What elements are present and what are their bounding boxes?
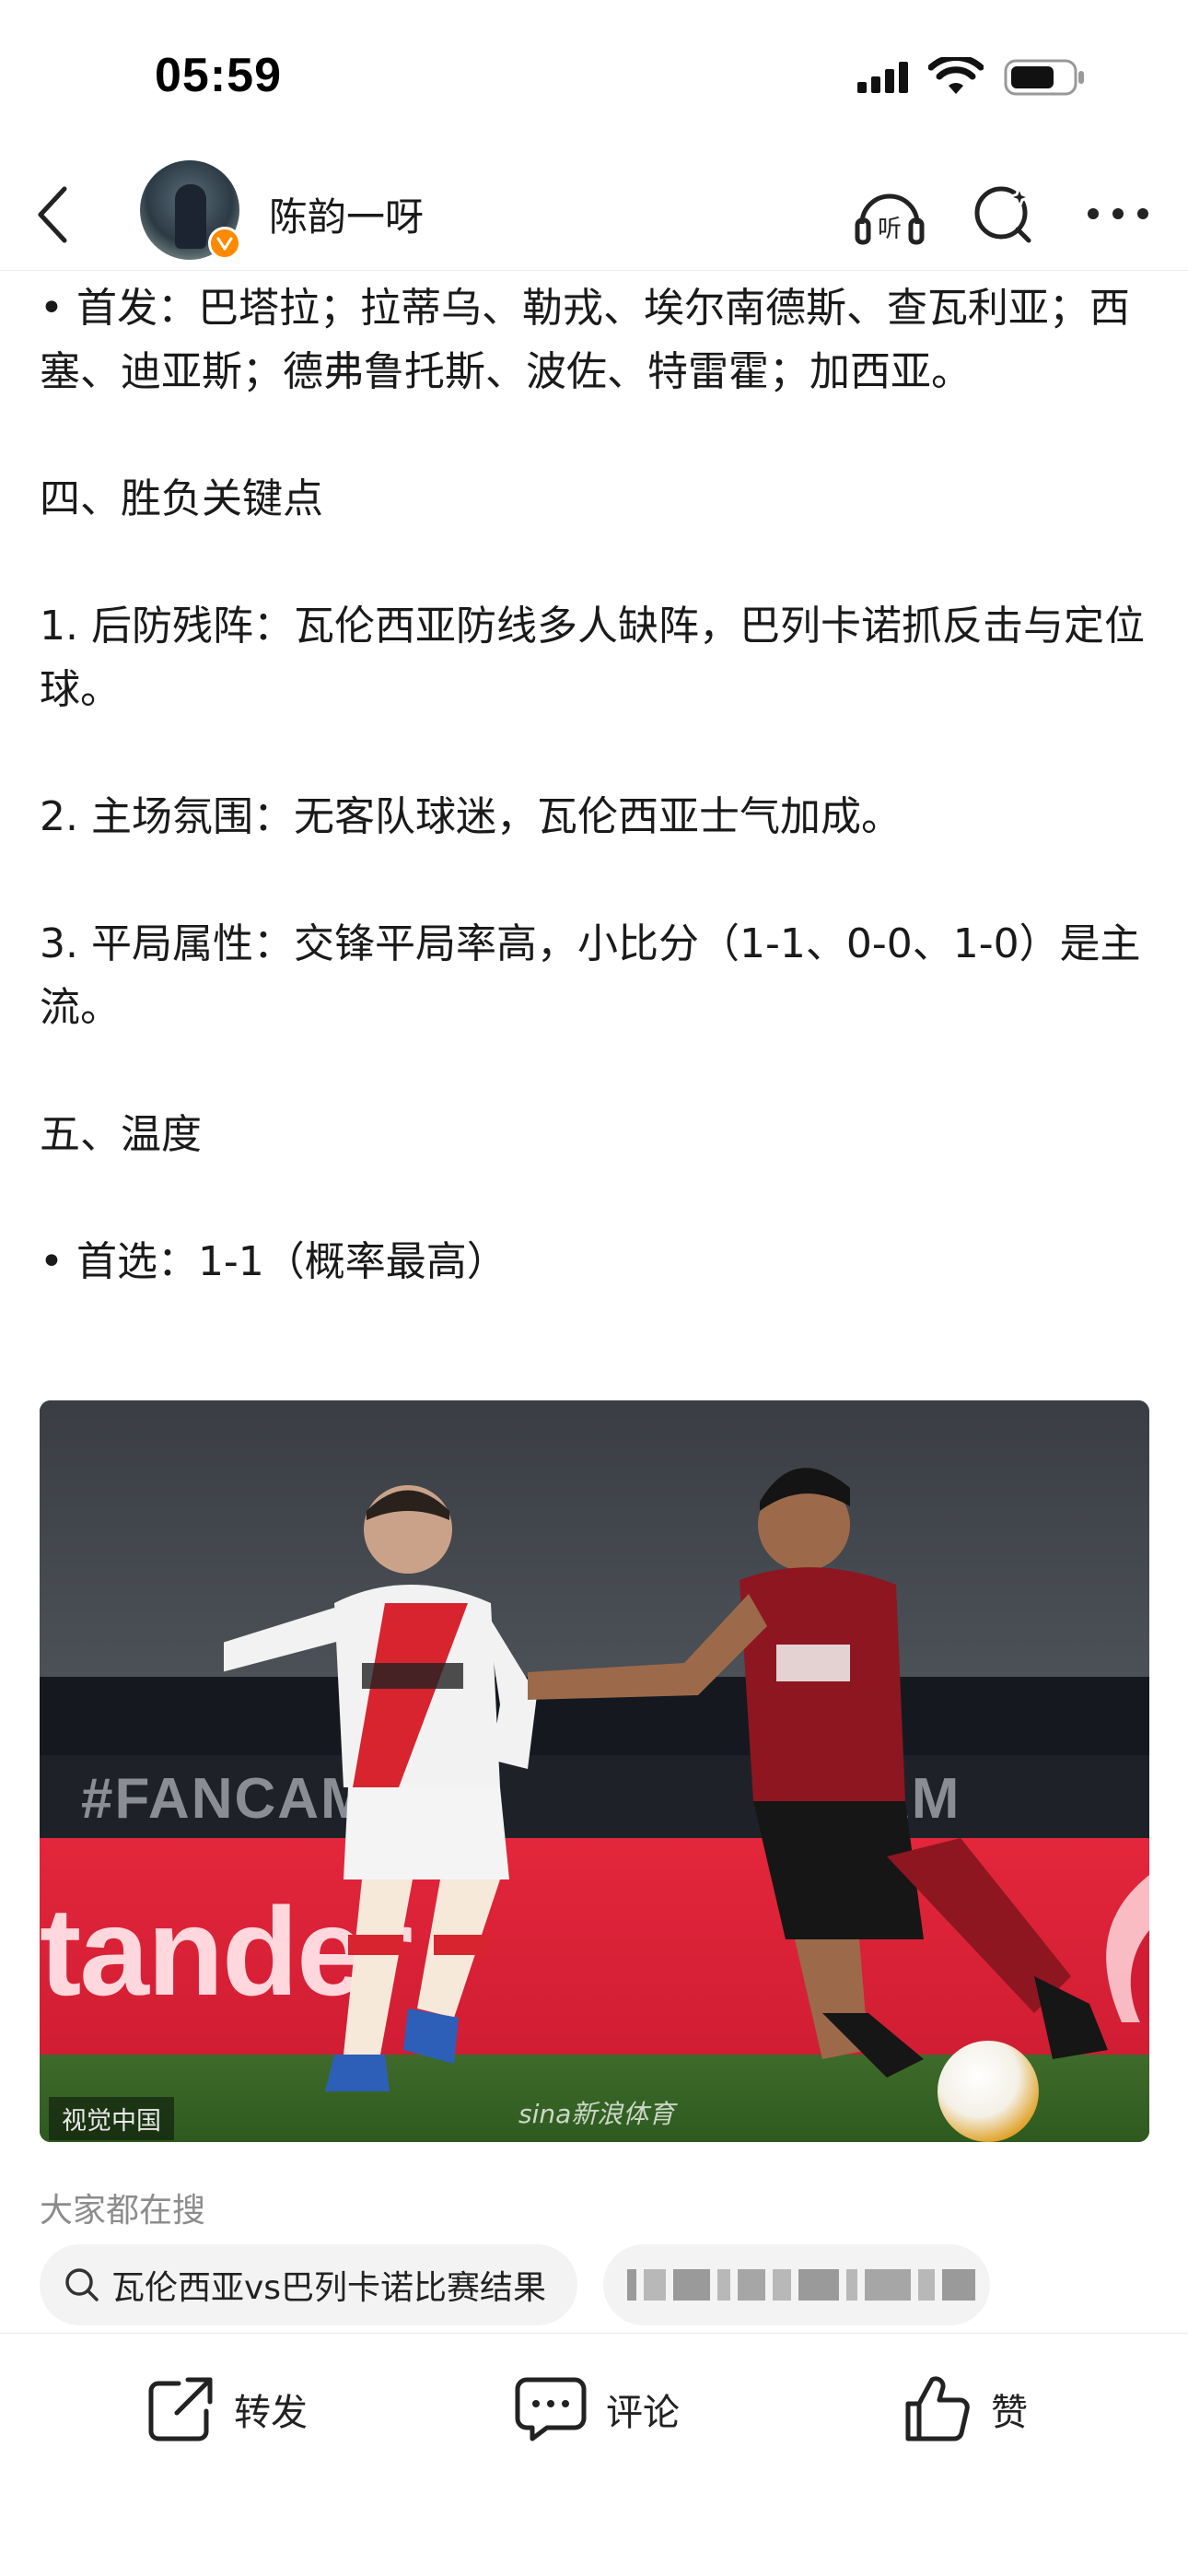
photo-credit: 视觉中国 bbox=[49, 2097, 174, 2140]
share-icon bbox=[148, 2377, 213, 2441]
share-button[interactable]: 转发 bbox=[146, 2374, 308, 2444]
cellular-signal-icon bbox=[857, 62, 908, 93]
chevron-left-icon bbox=[38, 186, 67, 243]
trending-search-chip-obscured[interactable] bbox=[603, 2244, 991, 2325]
bottom-action-bar: 转发 评论 赞 bbox=[0, 2333, 1188, 2576]
verified-badge-icon bbox=[208, 227, 241, 260]
article-paragraph: 1. 后防残阵：瓦伦西亚防线多人缺阵，巴列卡诺抓反击与定位球。 bbox=[40, 603, 1145, 713]
trending-search-chips: 瓦伦西亚vs巴列卡诺比赛结果 bbox=[40, 2244, 991, 2325]
status-time: 05:59 bbox=[155, 49, 282, 102]
status-bar: 05:59 bbox=[0, 0, 1188, 157]
article-heading: 四、胜负关键点 bbox=[40, 475, 323, 522]
trending-search-chip[interactable]: 瓦伦西亚vs巴列卡诺比赛结果 bbox=[40, 2244, 578, 2325]
listen-button[interactable]: 听 bbox=[853, 177, 926, 251]
search-icon bbox=[65, 2268, 99, 2301]
article-photo[interactable]: #FANCAM AM tander 视觉中国 sina新浪体育 bbox=[40, 1400, 1149, 2142]
article-paragraph: 2. 主场氛围：无客队球迷，瓦伦西亚士气加成。 bbox=[40, 793, 902, 840]
player-red-kit bbox=[528, 1468, 1108, 2078]
thumbs-up-icon bbox=[905, 2376, 970, 2441]
obscured-chip-content bbox=[627, 2269, 976, 2301]
back-button[interactable] bbox=[26, 182, 81, 247]
like-label: 赞 bbox=[991, 2392, 1028, 2434]
article-paragraph: 3. 平局属性：交锋平局率高，小比分（1-1、0-0、1-0）是主流。 bbox=[40, 920, 1141, 1031]
user-name[interactable]: 陈韵一呀 bbox=[269, 186, 424, 242]
avatar-figure bbox=[175, 184, 206, 249]
share-label: 转发 bbox=[234, 2392, 308, 2434]
search-sparkle-icon bbox=[974, 182, 1034, 243]
comment-icon bbox=[515, 2377, 587, 2441]
status-icons bbox=[857, 57, 1087, 98]
post-header: 陈韵一呀 听 bbox=[0, 157, 1188, 271]
more-dots-icon bbox=[1088, 208, 1148, 219]
photo-watermark: sina新浪体育 bbox=[518, 2099, 675, 2129]
like-button[interactable]: 赞 bbox=[903, 2374, 1028, 2444]
weibo-post-page: 05:59 陈韵一呀 听 • 首发：巴塔拉；拉蒂乌、勒戎、埃尔南德斯、查瓦利亚；… bbox=[0, 0, 1188, 2576]
soccer-ball bbox=[938, 2041, 1039, 2142]
listen-label: 听 bbox=[878, 216, 902, 243]
header-actions: 听 bbox=[853, 177, 1155, 251]
search-button[interactable] bbox=[967, 177, 1041, 251]
battery-icon bbox=[1004, 57, 1087, 98]
article-body: • 首发：巴塔拉；拉蒂乌、勒戎、埃尔南德斯、查瓦利亚；西塞、迪亚斯；德弗鲁托斯、… bbox=[40, 276, 1149, 1294]
trending-search-label: 瓦伦西亚vs巴列卡诺比赛结果 bbox=[111, 2269, 547, 2307]
trending-search-title: 大家都在搜 bbox=[40, 2192, 206, 2230]
more-button[interactable] bbox=[1081, 177, 1155, 251]
article-paragraph: • 首选：1-1（概率最高） bbox=[40, 1238, 507, 1285]
article-paragraph: • 首发：巴塔拉；拉蒂乌、勒戎、埃尔南德斯、查瓦利亚；西塞、迪亚斯；德弗鲁托斯、… bbox=[40, 285, 1130, 395]
wifi-icon bbox=[928, 57, 984, 98]
article-heading: 五、温度 bbox=[40, 1111, 202, 1158]
comment-button[interactable]: 评论 bbox=[514, 2374, 680, 2444]
comment-label: 评论 bbox=[606, 2392, 680, 2434]
headphones-icon: 听 bbox=[855, 193, 925, 245]
